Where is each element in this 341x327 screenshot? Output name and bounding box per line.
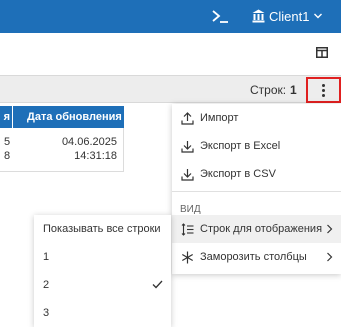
menu-item-export-excel[interactable]: Экспорт в Excel (172, 132, 341, 160)
grid-toolbar: Строк: 1 (0, 75, 341, 103)
chevron-right-icon (327, 224, 333, 234)
menu-item-label: Экспорт в CSV (200, 168, 276, 180)
bank-icon (252, 9, 265, 23)
submenu-item-show-all[interactable]: Показывать все строки (34, 215, 171, 243)
client-selector[interactable]: Client1 (252, 7, 323, 25)
submenu-item-label: 3 (43, 307, 50, 319)
submenu-item-2[interactable]: 2 (34, 271, 171, 299)
top-bar: Client1 (0, 0, 341, 33)
column-header-updated-date[interactable]: Дата обновления (13, 106, 124, 128)
menu-item-label: Импорт (200, 112, 239, 124)
menu-item-freeze-columns[interactable]: Заморозить столбцы (172, 243, 341, 271)
chevron-down-icon (314, 13, 323, 19)
menu-item-label: Строк для отображения (200, 223, 323, 235)
upload-icon (181, 111, 194, 125)
table-cell: 8 (4, 150, 11, 162)
rows-display-submenu: Показывать все строки 1 2 3 (34, 215, 171, 327)
row-height-icon (181, 222, 194, 236)
download-icon (181, 140, 194, 153)
submenu-item-label: 2 (43, 279, 50, 291)
rows-count-label: Строк: (250, 83, 287, 97)
updated-time-cell: 14:31:18 (74, 150, 117, 162)
client-label: Client1 (269, 8, 310, 24)
menu-item-label: Заморозить столбцы (200, 251, 307, 263)
menu-item-export-csv[interactable]: Экспорт в CSV (172, 160, 341, 188)
updated-date-cell: 04.06.2025 (61, 136, 117, 148)
table-cell: 5 (4, 136, 11, 148)
menu-item-rows-display[interactable]: Строк для отображения (172, 215, 341, 243)
download-icon (181, 168, 194, 181)
data-table: я Дата обновления 5 8 04.06.2025 14:31:1… (0, 106, 124, 172)
submenu-item-3[interactable]: 3 (34, 299, 171, 327)
snowflake-icon (182, 251, 193, 263)
submenu-item-label: 1 (43, 251, 50, 263)
menu-item-import[interactable]: Импорт (172, 104, 341, 132)
more-options-menu: Импорт Экспорт в Excel Экспорт в CSV ВИД… (172, 104, 341, 274)
chevron-right-icon (327, 252, 333, 262)
menu-divider (172, 191, 341, 192)
submenu-item-label: Показывать все строки (43, 223, 161, 235)
menu-item-label: Экспорт в Excel (200, 140, 281, 152)
submenu-item-1[interactable]: 1 (34, 243, 171, 271)
more-vertical-icon (322, 83, 325, 97)
more-options-button[interactable] (306, 77, 341, 103)
column-header[interactable]: я (0, 106, 12, 128)
columns-layout-icon[interactable] (316, 47, 328, 58)
rows-count-value: 1 (290, 83, 297, 97)
checkmark-icon (152, 280, 163, 289)
terminal-icon[interactable] (210, 7, 230, 25)
menu-section-view: ВИД (180, 204, 201, 215)
